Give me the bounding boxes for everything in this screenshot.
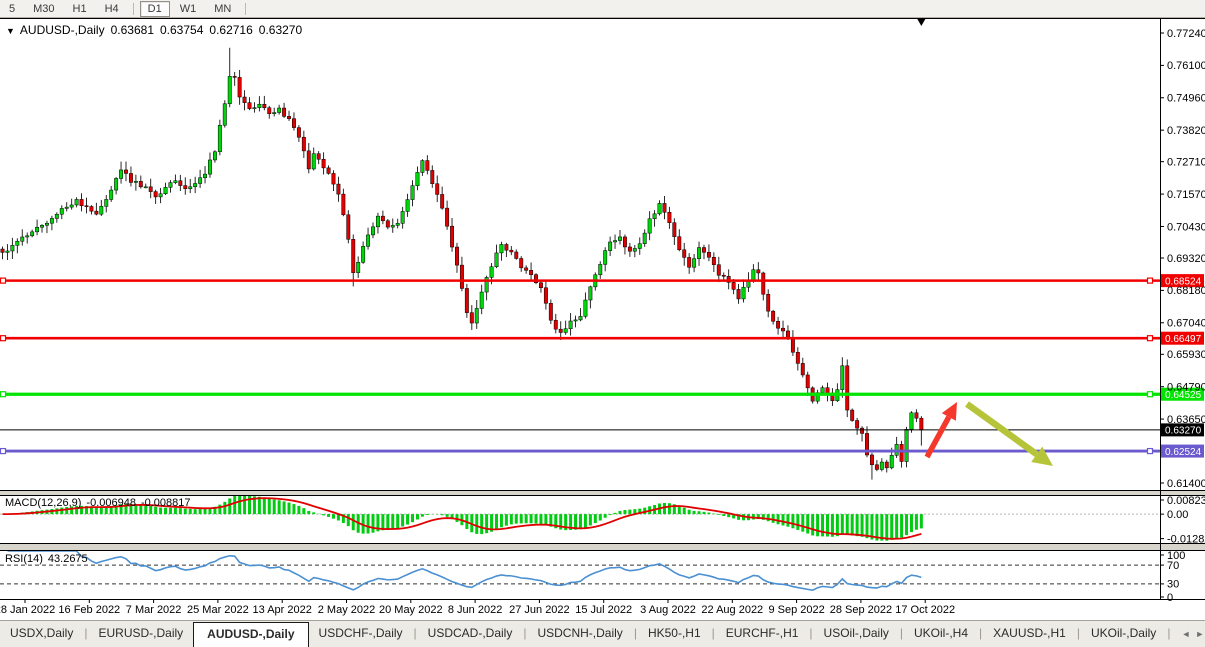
toolbar-separator — [245, 2, 247, 15]
hline-price-tag: 0.63270 — [1165, 426, 1202, 437]
timeframe-button-h4[interactable]: H4 — [97, 1, 127, 17]
tab-usdx-daily[interactable]: USDX,Daily — [0, 621, 83, 647]
tab-ukoil-h4[interactable]: UKOil-,H4 — [904, 621, 978, 647]
tab-xauusd-h1[interactable]: XAUUSD-,H1 — [983, 621, 1076, 647]
hline-handle[interactable] — [0, 447, 7, 455]
last-bar-marker-icon — [917, 19, 926, 26]
candlestick-series — [0, 47, 924, 480]
tab-hk50-h1[interactable]: HK50-,H1 — [638, 621, 711, 647]
svg-text:0.67040: 0.67040 — [1167, 318, 1205, 330]
hline-handle[interactable] — [0, 335, 7, 342]
hline-0.68524[interactable]: 0.68524 — [0, 274, 1204, 287]
down-arrow-annotation[interactable] — [965, 401, 1053, 466]
svg-text:-0.012827: -0.012827 — [1167, 533, 1205, 545]
macd-axis: 0.00823 0.00 -0.012827 — [1160, 495, 1205, 545]
rsi-axis: 10070300 — [1160, 550, 1185, 604]
hline-0.66497[interactable]: 0.66497 — [0, 331, 1204, 345]
svg-text:0.63650: 0.63650 — [1167, 414, 1205, 426]
tab-scroll-arrows[interactable]: ◄► — [1171, 621, 1205, 647]
svg-text:7 Mar 2022: 7 Mar 2022 — [126, 604, 182, 616]
hline-handle[interactable] — [0, 391, 7, 398]
svg-text:0.74960: 0.74960 — [1167, 93, 1205, 105]
svg-text:20 May 2022: 20 May 2022 — [379, 604, 443, 616]
toolbar-separator — [132, 2, 134, 15]
tab-usdchf-daily[interactable]: USDCHF-,Daily — [309, 621, 413, 647]
svg-text:16 Feb 2022: 16 Feb 2022 — [58, 604, 120, 616]
svg-text:0.64790: 0.64790 — [1167, 381, 1205, 393]
hline-handle[interactable] — [0, 277, 7, 284]
hline-handle[interactable] — [1146, 335, 1154, 342]
hline-price-tag: 0.66497 — [1165, 334, 1202, 345]
hline-handle[interactable] — [1146, 391, 1154, 398]
svg-text:28 Sep 2022: 28 Sep 2022 — [830, 604, 892, 616]
timeframe-button-m30[interactable]: M30 — [25, 1, 62, 17]
svg-text:0.76100: 0.76100 — [1167, 60, 1205, 72]
tab-eurchf-h1[interactable]: EURCHF-,H1 — [716, 621, 809, 647]
svg-text:8 Jun 2022: 8 Jun 2022 — [448, 604, 502, 616]
price-axis: 0.77240 0.76100 0.74960 0.73820 0.72710 0.715… — [1160, 28, 1205, 490]
svg-text:0.65930: 0.65930 — [1167, 349, 1205, 361]
svg-text:13 Apr 2022: 13 Apr 2022 — [253, 604, 312, 616]
tab-usdcnh-daily[interactable]: USDCNH-,Daily — [527, 621, 632, 647]
rsi-pane — [0, 551, 1159, 592]
svg-text:3 Aug 2022: 3 Aug 2022 — [640, 604, 696, 616]
svg-text:0.70430: 0.70430 — [1167, 221, 1205, 233]
hline-0.63270[interactable]: 0.63270 — [0, 423, 1204, 437]
svg-text:9 Sep 2022: 9 Sep 2022 — [768, 604, 824, 616]
tab-audusd-daily[interactable]: AUDUSD-,Daily — [193, 622, 309, 647]
svg-text:0.73820: 0.73820 — [1167, 125, 1205, 137]
hline-0.64525[interactable]: 0.64525 — [0, 387, 1204, 401]
svg-text:0.72710: 0.72710 — [1167, 156, 1205, 168]
svg-text:0.71570: 0.71570 — [1167, 189, 1205, 201]
svg-text:25 Mar 2022: 25 Mar 2022 — [187, 604, 249, 616]
svg-text:30: 30 — [1167, 579, 1179, 591]
hline-handle[interactable] — [1146, 447, 1154, 455]
macd-pane — [0, 496, 1159, 541]
svg-text:0.77240: 0.77240 — [1167, 28, 1205, 40]
timeframe-button-d1[interactable]: D1 — [139, 0, 170, 17]
svg-text:0.61400: 0.61400 — [1167, 478, 1205, 490]
hline-price-tag: 0.62524 — [1165, 447, 1202, 458]
timeframe-button-mn[interactable]: MN — [206, 1, 239, 17]
svg-text:28 Jan 2022: 28 Jan 2022 — [0, 604, 55, 616]
svg-text:70: 70 — [1167, 560, 1179, 572]
tab-usdcad-daily[interactable]: USDCAD-,Daily — [418, 621, 523, 647]
symbol-tabbar: USDX,Daily | EURUSD-,Daily AUDUSD-,Daily USD… — [0, 620, 1205, 647]
tab-ukoil-daily[interactable]: UKOil-,Daily — [1081, 621, 1166, 647]
timeframe-button-5[interactable]: 5 — [1, 1, 23, 17]
svg-text:0.69320: 0.69320 — [1167, 253, 1205, 265]
svg-text:15 Jul 2022: 15 Jul 2022 — [575, 604, 632, 616]
svg-text:0.00823: 0.00823 — [1167, 495, 1205, 507]
tab-usoil-daily[interactable]: USOil-,Daily — [814, 621, 899, 647]
timeframe-toolbar: 5 M30 H1 H4 D1 W1 MN — [0, 0, 1205, 18]
svg-text:17 Oct 2022: 17 Oct 2022 — [895, 604, 955, 616]
svg-text:2 May 2022: 2 May 2022 — [318, 604, 375, 616]
svg-text:22 Aug 2022: 22 Aug 2022 — [701, 604, 763, 616]
svg-text:27 Jun 2022: 27 Jun 2022 — [509, 604, 570, 616]
svg-text:0.68180: 0.68180 — [1167, 285, 1205, 297]
hline-handle[interactable] — [1146, 277, 1154, 284]
svg-text:0.00: 0.00 — [1167, 509, 1188, 521]
svg-text:0: 0 — [1167, 592, 1173, 604]
date-axis: 28 Jan 2022 16 Feb 2022 7 Mar 2022 25 Mar 2… — [0, 600, 955, 616]
timeframe-button-w1[interactable]: W1 — [172, 1, 205, 17]
chart-canvas[interactable]: 0.685240.664970.645250.632700.625240.772… — [0, 17, 1205, 620]
timeframe-button-h1[interactable]: H1 — [65, 1, 95, 17]
tab-eurusd-daily[interactable]: EURUSD-,Daily — [88, 621, 193, 647]
